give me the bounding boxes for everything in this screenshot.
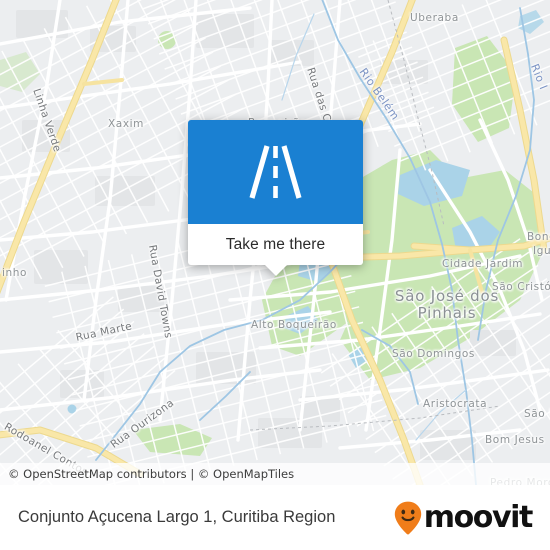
map-attribution-bar: © OpenStreetMap contributors | © OpenMap… — [0, 463, 550, 485]
moovit-logo[interactable]: moovit — [393, 500, 550, 536]
popup-action-bar[interactable]: Take me there — [188, 224, 363, 276]
map-canvas[interactable]: Uberaba Xaxim Boqueirão Alto Boqueirão C… — [0, 0, 550, 485]
map-attribution-text[interactable]: © OpenStreetMap contributors | © OpenMap… — [0, 467, 294, 481]
map-screenshot: Uberaba Xaxim Boqueirão Alto Boqueirão C… — [0, 0, 550, 550]
take-me-there-label: Take me there — [225, 235, 326, 253]
popup-pointer-tail — [264, 265, 287, 276]
popup-image-panel — [188, 120, 363, 224]
location-title: Conjunto Açucena Largo 1, Curitiba Regio… — [18, 508, 336, 526]
road-icon — [249, 145, 302, 199]
moovit-pin-icon — [394, 501, 421, 534]
footer-bar: Conjunto Açucena Largo 1, Curitiba Regio… — [0, 485, 550, 550]
take-me-there-popup[interactable]: Take me there — [188, 120, 363, 276]
moovit-wordmark: moovit — [423, 500, 534, 535]
